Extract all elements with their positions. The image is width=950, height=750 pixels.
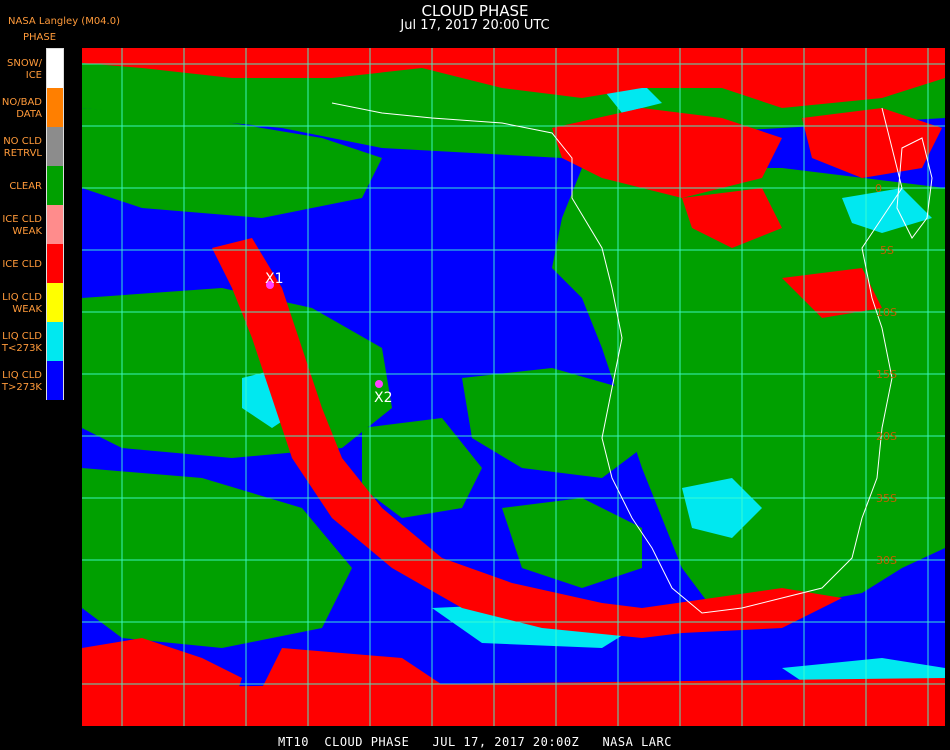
marker-x2-label: X2: [374, 390, 393, 406]
image-timestamp: Jul 17, 2017 20:00 UTC: [400, 18, 550, 33]
legend-label-ice-cld: ICE CLD: [2, 259, 42, 270]
legend-label-liq-cld-cold: LIQ CLD T<273K: [1, 331, 42, 354]
footer-caption: MT10 CLOUD PHASE JUL 17, 2017 20:00Z NAS…: [278, 735, 672, 749]
legend-label-snow-ice: SNOW/ICE: [7, 58, 42, 81]
legend-labels: SNOW/ICE NO/BAD DATA NO CLD RETRVL CLEAR I…: [0, 48, 42, 400]
marker-x2-dot: [375, 380, 383, 388]
lat-label-20s: 20S: [876, 430, 897, 443]
legend-swatch-liq-cld-warm: [47, 361, 63, 400]
legend-swatch-no-bad-data: [47, 88, 63, 127]
lat-label-0: 0: [875, 182, 882, 195]
lat-label-10s: 10S: [876, 306, 897, 319]
legend-swatch-no-cld-retrvl: [47, 127, 63, 166]
lat-label-35s: 35S: [876, 492, 897, 505]
legend-swatch-liq-cld-cold: [47, 322, 63, 361]
source-label: NASA Langley (M04.0): [8, 16, 120, 27]
legend-swatch-snow-ice: [47, 49, 63, 88]
legend-title: PHASE: [23, 32, 57, 43]
legend-label-no-cld-retrvl: NO CLD RETRVL: [3, 136, 42, 159]
legend-label-ice-cld-weak: ICE CLD WEAK: [2, 214, 42, 237]
legend-label-no-bad-data: NO/BAD DATA: [1, 97, 42, 120]
legend-swatch-ice-cld-weak: [47, 205, 63, 244]
lat-label-5s: 5S: [880, 244, 894, 257]
legend-swatch-clear: [47, 166, 63, 205]
legend-swatch-liq-cld-weak: [47, 283, 63, 322]
legend-swatch-ice-cld: [47, 244, 63, 283]
lat-label-30s: 30S: [876, 554, 897, 567]
legend-label-liq-cld-warm: LIQ CLD T>273K: [1, 370, 42, 393]
legend-label-clear: CLEAR: [9, 181, 42, 192]
legend-color-bar: [46, 48, 64, 400]
marker-x1-label: X1: [265, 271, 284, 287]
lat-label-15s: 15S: [876, 368, 897, 381]
legend-label-liq-cld-weak: LIQ CLD WEAK: [2, 292, 42, 315]
cloud-phase-map: 0 5S 10S 15S 20S 35S 30S X1 X2: [82, 48, 945, 726]
